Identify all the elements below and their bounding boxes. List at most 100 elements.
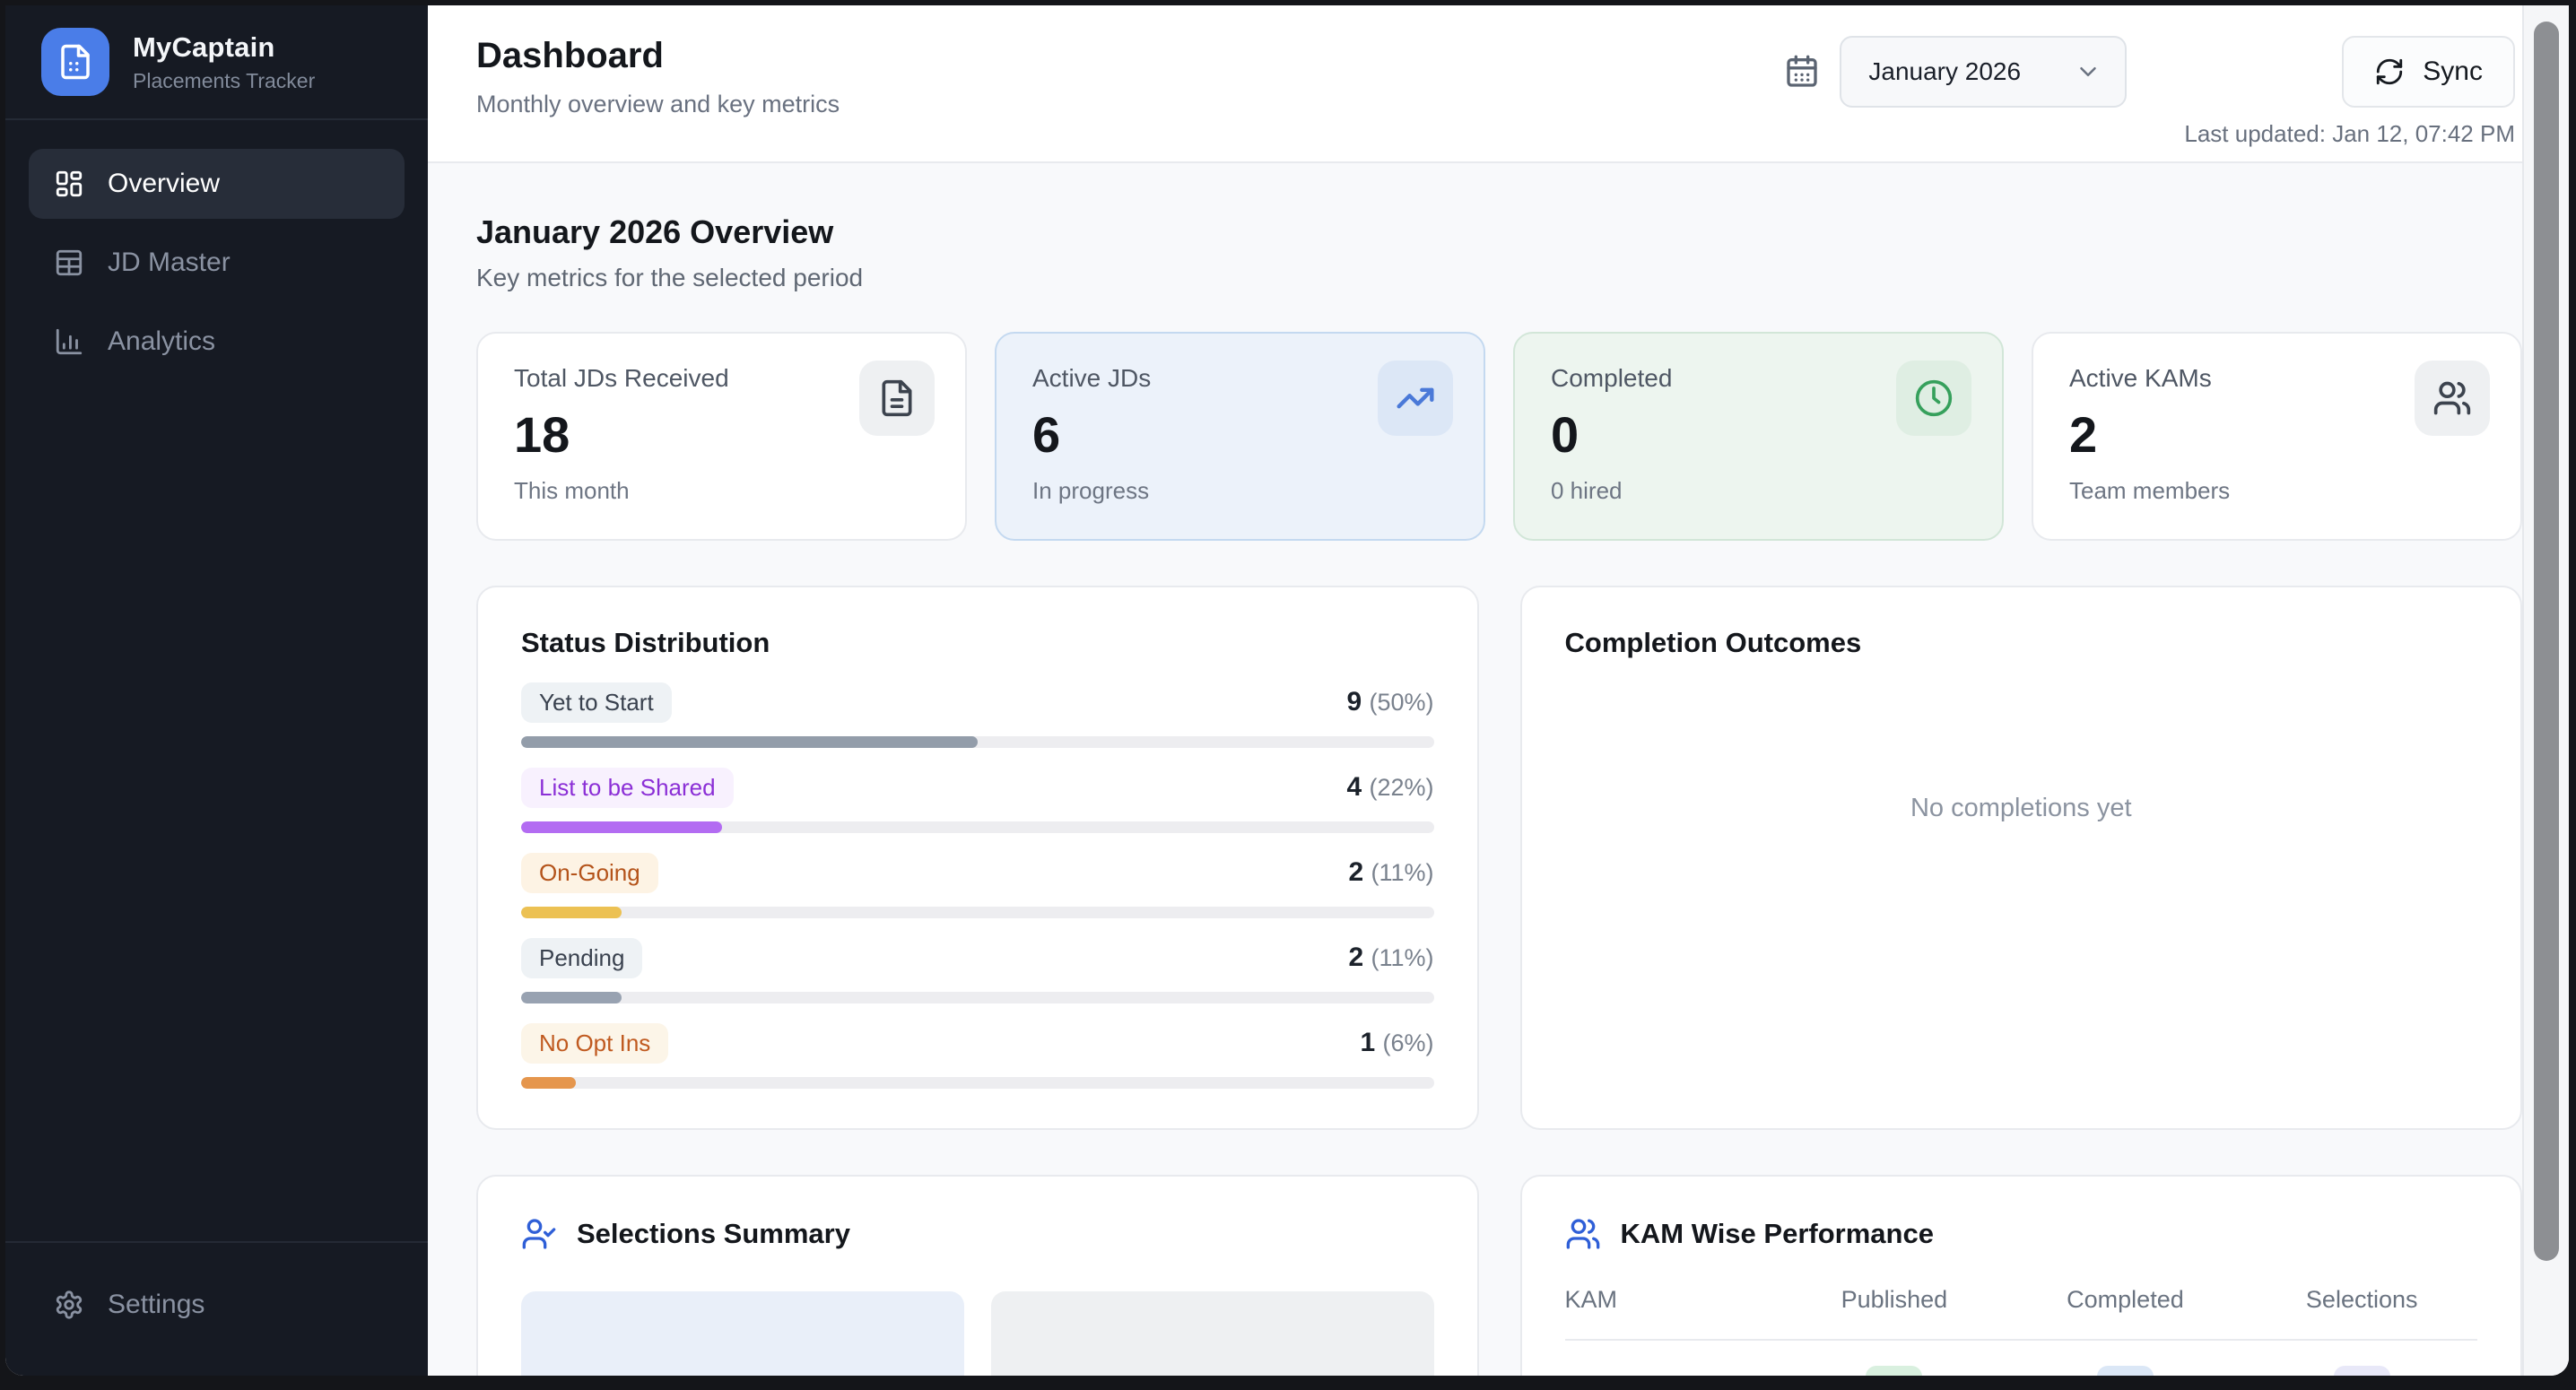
layout-dashboard-icon <box>54 169 84 199</box>
sidebar-item-label: Analytics <box>108 326 215 357</box>
status-bar-track <box>521 736 1434 748</box>
dashboard-content: January 2026 Overview Key metrics for th… <box>428 163 2569 1376</box>
calendar-icon <box>1784 54 1820 90</box>
table-icon <box>54 248 84 278</box>
overview-subtitle: Key metrics for the selected period <box>476 264 2522 292</box>
panel-title: Selections Summary <box>577 1218 850 1250</box>
status-bar-fill <box>521 736 978 748</box>
brand-subtitle: Placements Tracker <box>133 69 315 93</box>
status-badge: List to be Shared <box>521 768 734 808</box>
status-row: On-Going 2 (11%) <box>521 853 1434 918</box>
tile-value: 0 <box>991 1370 1434 1376</box>
user-check-icon <box>521 1216 557 1252</box>
tile-value: 0 <box>521 1370 964 1376</box>
sidebar: MyCaptain Placements Tracker Overview JD… <box>5 5 428 1376</box>
panel-title: KAM Wise Performance <box>1621 1218 1934 1250</box>
scrollbar-thumb[interactable] <box>2534 22 2559 1261</box>
metric-footnote: In progress <box>1032 477 1448 508</box>
file-text-icon <box>859 361 935 436</box>
column-header-published: Published <box>1784 1286 2004 1340</box>
bar-chart-icon <box>54 326 84 357</box>
status-badge: No Opt Ins <box>521 1023 668 1064</box>
trending-up-icon <box>1378 361 1453 436</box>
status-value: 2 (11%) <box>1348 943 1433 973</box>
brand-logo-icon <box>41 28 109 96</box>
chevron-down-icon <box>2075 58 2102 85</box>
page-header: Dashboard Monthly overview and key metri… <box>428 5 2569 163</box>
month-select[interactable]: January 2026 <box>1840 36 2127 108</box>
metric-footnote: This month <box>514 477 929 508</box>
column-header-kam: KAM <box>1565 1286 1785 1340</box>
gear-icon <box>54 1290 84 1320</box>
metric-card-total-jds: Total JDs Received 18 This month <box>476 332 967 541</box>
status-bar-track <box>521 992 1434 1003</box>
status-badge: Yet to Start <box>521 682 672 723</box>
status-bar-fill <box>521 992 622 1003</box>
selections-badge: 0 <box>2334 1366 2390 1376</box>
status-bar-fill <box>521 1077 576 1089</box>
sidebar-item-overview[interactable]: Overview <box>29 149 405 219</box>
status-row: List to be Shared 4 (22%) <box>521 768 1434 833</box>
status-bar-track <box>521 907 1434 918</box>
sidebar-item-label: Overview <box>108 169 220 199</box>
status-badge: On-Going <box>521 853 658 893</box>
clock-icon <box>1896 361 1971 436</box>
sidebar-item-analytics[interactable]: Analytics <box>29 307 405 377</box>
sync-label: Sync <box>2423 56 2483 87</box>
status-row: No Opt Ins 1 (6%) <box>521 1023 1434 1089</box>
status-badge: Pending <box>521 938 642 978</box>
overview-title: January 2026 Overview <box>476 213 2522 251</box>
kam-table: KAM Published Completed Selections Sanch… <box>1565 1286 2478 1376</box>
status-value: 4 (22%) <box>1346 772 1433 803</box>
empty-state-text: No completions yet <box>1565 794 2478 823</box>
status-value: 2 (11%) <box>1348 857 1433 888</box>
sidebar-nav: Overview JD Master Analytics <box>5 120 428 1241</box>
sidebar-item-settings[interactable]: Settings <box>29 1270 405 1340</box>
completed-badge: 0 <box>2097 1366 2154 1376</box>
total-selections-tile: 0 Total Selections <box>521 1291 964 1376</box>
main-area: Dashboard Monthly overview and key metri… <box>428 5 2569 1376</box>
panel-title: Completion Outcomes <box>1565 627 2478 659</box>
metric-footnote: 0 hired <box>1551 477 1966 508</box>
sync-button[interactable]: Sync <box>2342 36 2515 108</box>
selections-summary-panel: Selections Summary 0 Total Selections 0 … <box>476 1175 1479 1376</box>
kam-name: Sanchari <box>1565 1340 1785 1376</box>
panel-title: Status Distribution <box>521 627 1434 659</box>
sidebar-item-label: Settings <box>108 1290 205 1320</box>
refresh-icon <box>2374 56 2405 87</box>
brand-header: MyCaptain Placements Tracker <box>5 5 428 120</box>
sidebar-footer: Settings <box>5 1241 428 1376</box>
sidebar-item-label: JD Master <box>108 248 231 278</box>
status-bar-fill <box>521 907 622 918</box>
page-title: Dashboard <box>476 36 840 76</box>
metric-card-active-kams: Active KAMs 2 Team members <box>2032 332 2522 541</box>
status-distribution-panel: Status Distribution Yet to Start 9 (50%) <box>476 586 1479 1130</box>
status-bar-track <box>521 821 1434 833</box>
column-header-selections: Selections <box>2246 1286 2477 1340</box>
published-badge: 9 <box>1866 1366 1922 1376</box>
brand-name: MyCaptain <box>133 31 315 64</box>
app-window: MyCaptain Placements Tracker Overview JD… <box>5 5 2569 1376</box>
status-row: Yet to Start 9 (50%) <box>521 682 1434 748</box>
status-row: Pending 2 (11%) <box>521 938 1434 1003</box>
jds-with-selections-tile: 0 JDs with Selections <box>991 1291 1434 1376</box>
status-value: 1 (6%) <box>1360 1028 1433 1058</box>
page-subtitle: Monthly overview and key metrics <box>476 91 840 118</box>
users-icon <box>2415 361 2490 436</box>
users-icon <box>1565 1216 1601 1252</box>
metric-footnote: Team members <box>2069 477 2485 508</box>
month-select-value: January 2026 <box>1868 57 2021 86</box>
status-bar-track <box>521 1077 1434 1089</box>
sidebar-item-jd-master[interactable]: JD Master <box>29 228 405 298</box>
kam-performance-panel: KAM Wise Performance KAM Published Compl… <box>1520 1175 2523 1376</box>
column-header-completed: Completed <box>2004 1286 2246 1340</box>
status-value: 9 (50%) <box>1346 687 1433 717</box>
last-updated-text: Last updated: Jan 12, 07:42 PM <box>2184 120 2515 148</box>
metric-card-completed: Completed 0 0 hired <box>1513 332 2004 541</box>
metric-cards-row: Total JDs Received 18 This month Active … <box>476 332 2522 541</box>
header-controls: January 2026 Sync Last updated: Jan 12, … <box>1784 36 2515 161</box>
table-row: Sanchari 9 0 0 <box>1565 1340 2478 1376</box>
scrollbar-track[interactable] <box>2522 5 2569 1376</box>
metric-card-active-jds: Active JDs 6 In progress <box>995 332 1485 541</box>
completion-outcomes-panel: Completion Outcomes No completions yet <box>1520 586 2523 1130</box>
